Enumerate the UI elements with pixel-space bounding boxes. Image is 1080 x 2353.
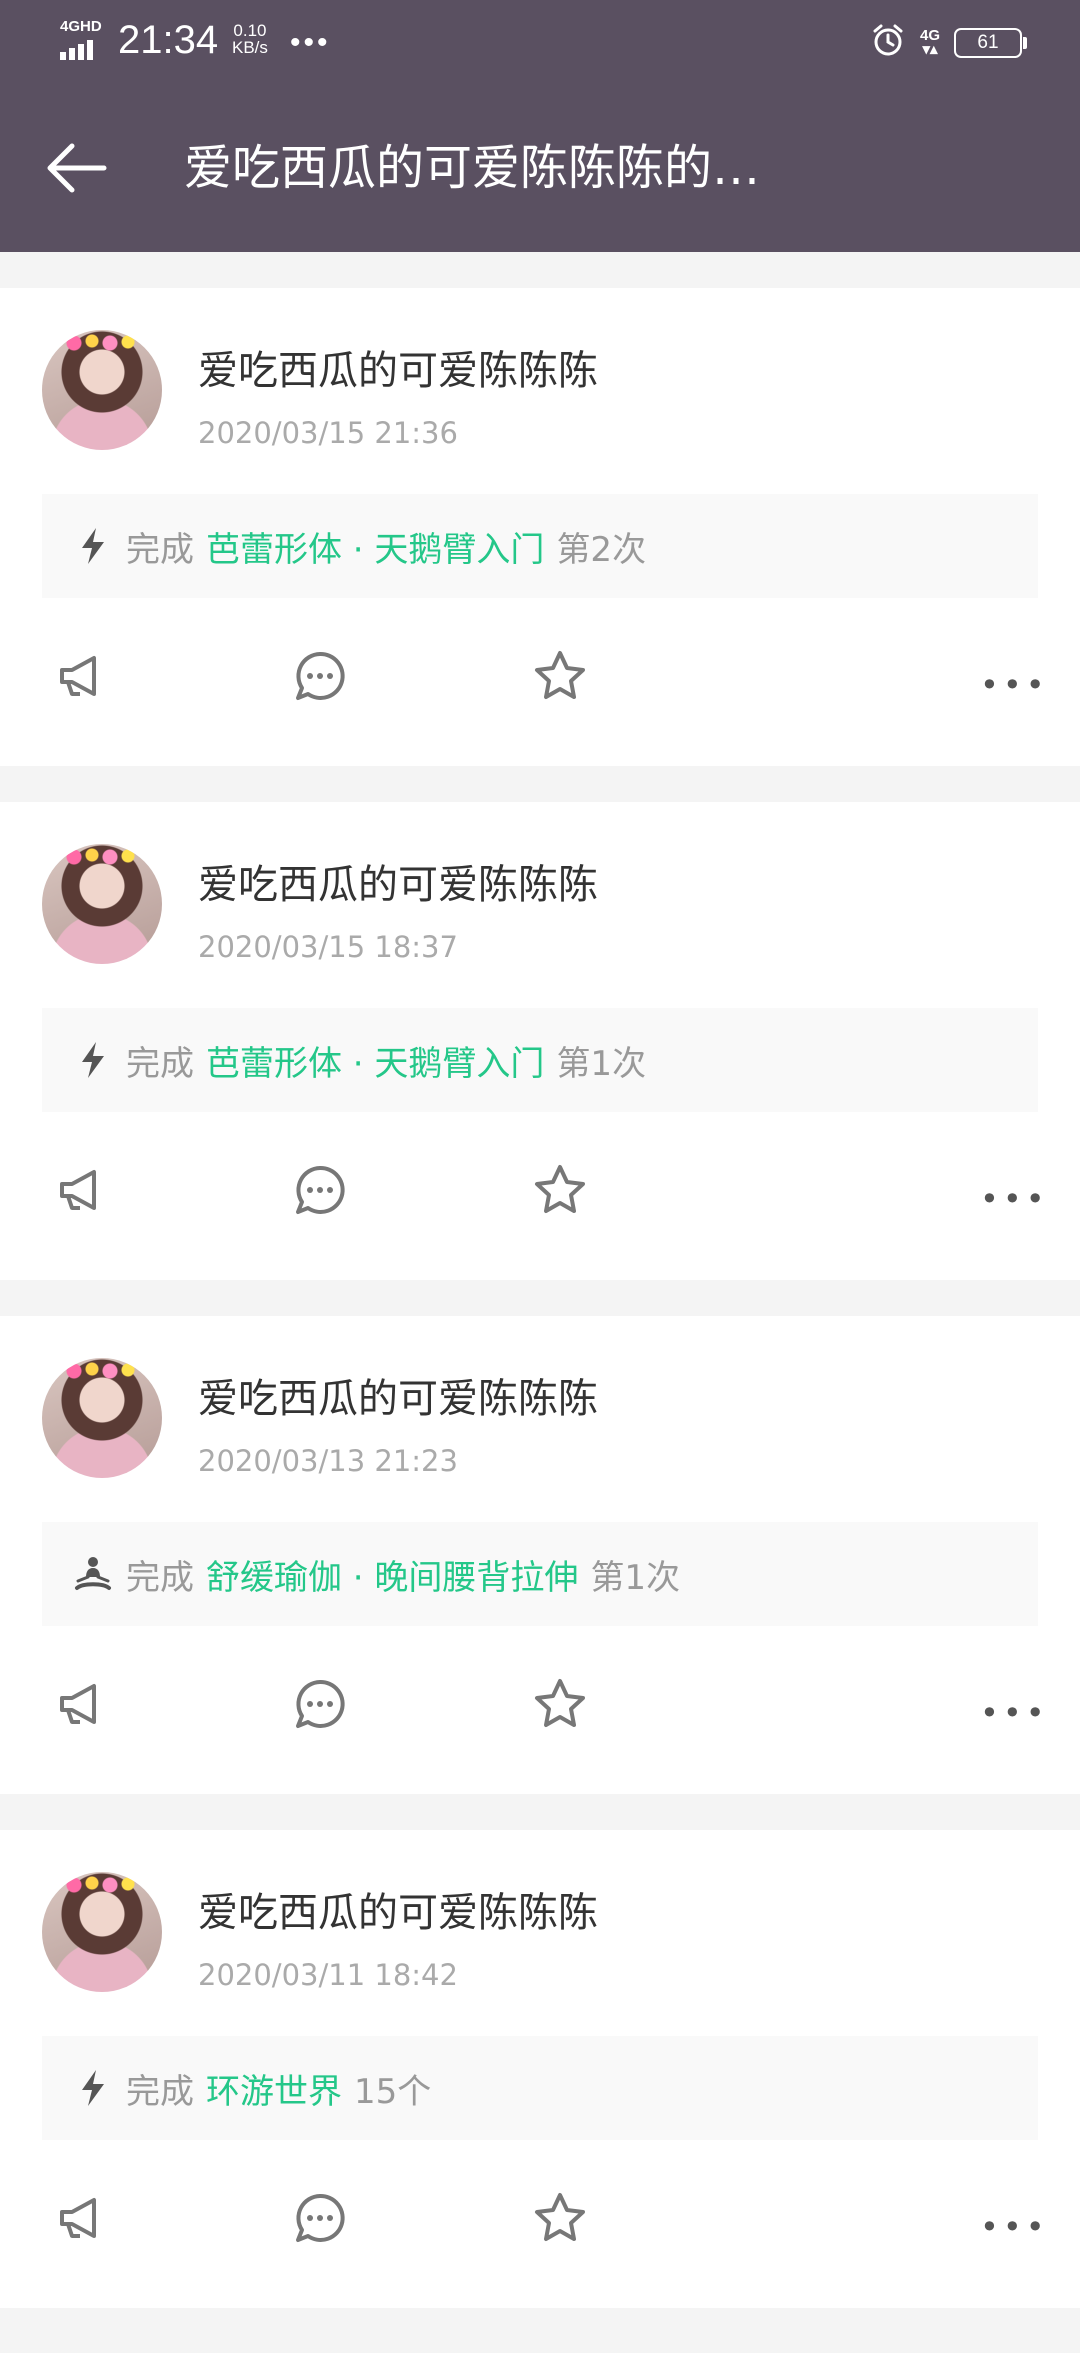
comment-icon: [292, 1676, 348, 1736]
completion-count: 第2次: [556, 529, 647, 570]
status-time: 21:34: [118, 18, 219, 62]
comment-button[interactable]: [290, 1676, 350, 1736]
status-right: 4G ▾▴ 61: [870, 22, 1027, 63]
user-name[interactable]: 爱吃西瓜的可爱陈陈陈: [198, 1880, 598, 1938]
bolt-icon: [72, 2070, 114, 2106]
more-options-icon[interactable]: •••: [980, 1180, 1049, 1218]
comment-icon: [292, 2190, 348, 2250]
data-arrows-icon: ▾▴: [922, 40, 938, 58]
favorite-button[interactable]: [530, 1676, 590, 1736]
network-speed-value: 0.10: [233, 21, 267, 40]
flower-crown-graphic: [64, 1876, 140, 1894]
status-bar: 4GHD 21:34 0.10 KB/s ••• 4G ▾▴ 61: [0, 0, 1080, 84]
post-time: 2020/03/15 21:36: [198, 416, 458, 450]
back-arrow-icon[interactable]: [44, 138, 108, 202]
user-name[interactable]: 爱吃西瓜的可爱陈陈陈: [198, 338, 598, 396]
star-icon: [532, 648, 588, 708]
completion-count: 第1次: [556, 1043, 647, 1084]
completion-summary[interactable]: 完成 芭蕾形体 · 天鹅臂入门 第2次: [42, 494, 1038, 598]
bolt-icon: [72, 528, 114, 564]
comment-icon: [292, 1162, 348, 1222]
completion-summary[interactable]: 完成 芭蕾形体 · 天鹅臂入门 第1次: [42, 1008, 1038, 1112]
horn-icon: [54, 2190, 110, 2250]
cheer-button[interactable]: [52, 1676, 112, 1736]
flower-crown-graphic: [64, 334, 140, 352]
bolt-icon: [72, 1042, 114, 1078]
app-bar: 爱吃西瓜的可爱陈陈陈的…: [0, 84, 1080, 252]
favorite-button[interactable]: [530, 1162, 590, 1222]
more-options-icon[interactable]: •••: [980, 1694, 1049, 1732]
battery-indicator: 61: [954, 27, 1027, 58]
cheer-button[interactable]: [52, 648, 112, 708]
completion-summary[interactable]: 完成 环游世界 15个: [42, 2036, 1038, 2140]
completed-label: 完成: [126, 2071, 194, 2112]
horn-icon: [54, 1162, 110, 1222]
top-bar: 4GHD 21:34 0.10 KB/s ••• 4G ▾▴ 61 爱吃西瓜的可…: [0, 0, 1080, 252]
network-type-indicator: 4G ▾▴: [920, 28, 940, 58]
favorite-button[interactable]: [530, 648, 590, 708]
horn-icon: [54, 1676, 110, 1736]
star-icon: [532, 1676, 588, 1736]
page-title: 爱吃西瓜的可爱陈陈陈的…: [184, 140, 761, 196]
flower-crown-graphic: [64, 848, 140, 866]
cheer-button[interactable]: [52, 1162, 112, 1222]
avatar[interactable]: [42, 330, 162, 450]
completed-label: 完成: [126, 1043, 194, 1084]
signal-bars-icon: [60, 40, 93, 60]
meditation-icon: [72, 1555, 114, 1593]
more-options-icon[interactable]: •••: [980, 2208, 1049, 2246]
feed-card: 爱吃西瓜的可爱陈陈陈 2020/03/15 21:36 完成 芭蕾形体 · 天鹅…: [0, 288, 1080, 766]
horn-icon: [54, 648, 110, 708]
alarm-icon: [870, 22, 906, 63]
completed-label: 完成: [126, 529, 194, 570]
star-icon: [532, 2190, 588, 2250]
favorite-button[interactable]: [530, 2190, 590, 2250]
post-time: 2020/03/13 21:23: [198, 1444, 458, 1478]
completion-count: 15个: [354, 2071, 432, 2112]
completed-label: 完成: [126, 1557, 194, 1598]
signal-label: 4GHD: [60, 18, 102, 35]
completion-summary[interactable]: 完成 舒缓瑜伽 · 晚间腰背拉伸 第1次: [42, 1522, 1038, 1626]
network-speed: 0.10 KB/s: [232, 22, 268, 56]
feed-card: 爱吃西瓜的可爱陈陈陈 2020/03/15 18:37 完成 芭蕾形体 · 天鹅…: [0, 802, 1080, 1280]
user-name[interactable]: 爱吃西瓜的可爱陈陈陈: [198, 852, 598, 910]
avatar[interactable]: [42, 844, 162, 964]
comment-button[interactable]: [290, 648, 350, 708]
completion-count: 第1次: [590, 1557, 681, 1598]
feed-card: 爱吃西瓜的可爱陈陈陈 2020/03/11 18:42 完成 环游世界 15个 …: [0, 1830, 1080, 2308]
course-name[interactable]: 环游世界: [206, 2064, 342, 2113]
course-name[interactable]: 芭蕾形体 · 天鹅臂入门: [206, 522, 544, 571]
more-options-icon[interactable]: •••: [980, 666, 1049, 704]
status-more-icon: •••: [290, 26, 331, 59]
course-name[interactable]: 舒缓瑜伽 · 晚间腰背拉伸: [206, 1550, 578, 1599]
comment-button[interactable]: [290, 2190, 350, 2250]
avatar[interactable]: [42, 1872, 162, 1992]
course-name[interactable]: 芭蕾形体 · 天鹅臂入门: [206, 1036, 544, 1085]
cheer-button[interactable]: [52, 2190, 112, 2250]
avatar[interactable]: [42, 1358, 162, 1478]
star-icon: [532, 1162, 588, 1222]
user-name[interactable]: 爱吃西瓜的可爱陈陈陈: [198, 1366, 598, 1424]
feed-card: 爱吃西瓜的可爱陈陈陈 2020/03/13 21:23 完成 舒缓瑜伽 · 晚间…: [0, 1316, 1080, 1794]
comment-button[interactable]: [290, 1162, 350, 1222]
post-time: 2020/03/11 18:42: [198, 1958, 458, 1992]
comment-icon: [292, 648, 348, 708]
post-time: 2020/03/15 18:37: [198, 930, 458, 964]
network-speed-unit: KB/s: [232, 38, 268, 57]
flower-crown-graphic: [64, 1362, 140, 1380]
